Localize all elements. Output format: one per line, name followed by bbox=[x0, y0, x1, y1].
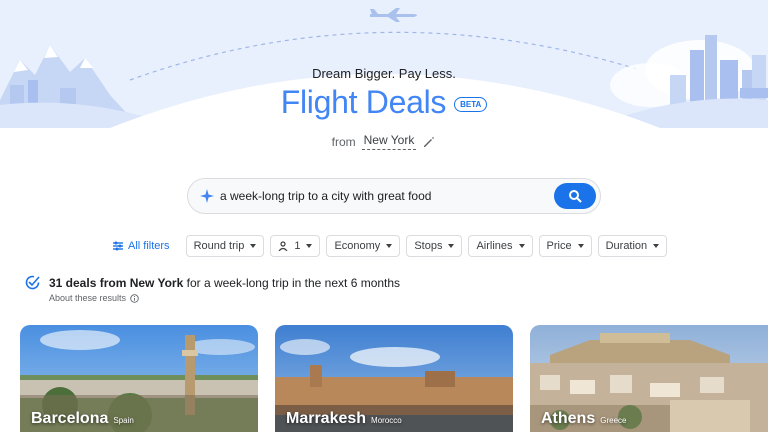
filter-label: Economy bbox=[334, 240, 381, 252]
brand-header: Flight Deals BETA bbox=[0, 84, 768, 121]
chevron-down-icon bbox=[386, 244, 393, 248]
filter-bar: All filters Round trip 1 Economy Stops A… bbox=[112, 235, 668, 257]
destination-city: Barcelona bbox=[31, 410, 109, 427]
origin-selector: from New York bbox=[0, 133, 768, 150]
destination-city: Marrakesh bbox=[286, 410, 367, 427]
about-results-link[interactable]: About these results bbox=[49, 293, 139, 303]
info-icon bbox=[130, 293, 139, 303]
chevron-down-icon bbox=[518, 244, 525, 248]
results-description: for a week-long trip in the next 6 month… bbox=[183, 275, 401, 290]
chevron-down-icon bbox=[653, 244, 660, 248]
filter-price[interactable]: Price bbox=[538, 235, 592, 257]
destination-city: Athens bbox=[541, 410, 596, 427]
filter-label: Price bbox=[546, 240, 572, 252]
filter-round-trip[interactable]: Round trip bbox=[185, 235, 265, 257]
filter-label: Stops bbox=[414, 240, 443, 252]
destination-country: Morocco bbox=[371, 416, 402, 425]
pencil-icon[interactable] bbox=[422, 135, 436, 149]
sparkle-icon bbox=[200, 189, 214, 203]
sliders-icon bbox=[113, 241, 123, 251]
page-title: Flight Deals bbox=[280, 84, 447, 120]
destination-card-athens[interactable]: Athens Greece bbox=[530, 325, 768, 432]
filter-label: 1 bbox=[294, 240, 301, 252]
chevron-down-icon bbox=[306, 244, 313, 248]
filter-label: Airlines bbox=[476, 240, 513, 252]
destination-card-barcelona[interactable]: Barcelona Spain bbox=[20, 325, 258, 432]
filter-airlines[interactable]: Airlines bbox=[468, 235, 533, 257]
origin-city[interactable]: New York bbox=[361, 133, 417, 150]
destination-card-marrakesh[interactable]: Marrakesh Morocco bbox=[275, 325, 513, 432]
search-bar[interactable]: a week-long trip to a city with great fo… bbox=[187, 178, 601, 214]
destination-label: Marrakesh Morocco bbox=[286, 410, 402, 428]
search-input[interactable]: a week-long trip to a city with great fo… bbox=[220, 189, 554, 203]
about-results-label: About these results bbox=[49, 293, 127, 303]
destination-label: Barcelona Spain bbox=[31, 410, 134, 428]
beta-badge: BETA bbox=[454, 97, 488, 112]
chevron-down-icon bbox=[577, 244, 584, 248]
person-icon bbox=[278, 241, 288, 251]
chevron-down-icon bbox=[448, 244, 455, 248]
deals-count: 31 deals from New York bbox=[49, 275, 184, 290]
destination-country: Greece bbox=[600, 416, 627, 425]
filter-economy[interactable]: Economy bbox=[326, 235, 401, 257]
search-button[interactable] bbox=[554, 183, 596, 209]
filter-label: Round trip bbox=[193, 240, 245, 252]
destination-country: Spain bbox=[113, 416, 134, 425]
filter-label: Duration bbox=[605, 240, 648, 252]
tagline: Dream Bigger. Pay Less. bbox=[312, 66, 456, 81]
origin-prefix: from bbox=[331, 134, 356, 149]
search-icon bbox=[569, 190, 582, 203]
all-filters-label: All filters bbox=[128, 240, 170, 252]
filter-duration[interactable]: Duration bbox=[597, 235, 668, 257]
check-circle-icon bbox=[25, 275, 40, 290]
all-filters-button[interactable]: All filters bbox=[112, 240, 170, 252]
chevron-down-icon bbox=[250, 244, 257, 248]
results-summary: 31 deals from New York for a week-long t… bbox=[24, 274, 400, 291]
filter-stops[interactable]: Stops bbox=[406, 235, 463, 257]
filter-passengers[interactable]: 1 bbox=[270, 235, 321, 257]
destination-label: Athens Greece bbox=[541, 410, 626, 428]
results-text: 31 deals from New York for a week-long t… bbox=[49, 276, 400, 290]
